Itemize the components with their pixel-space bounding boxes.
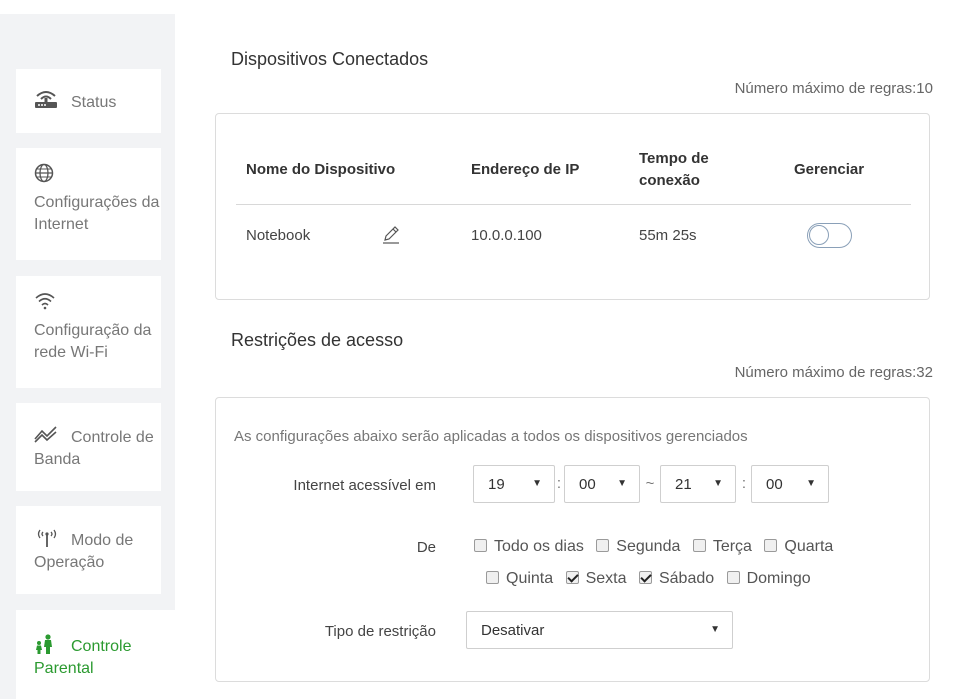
colon-separator: : xyxy=(741,475,747,492)
sidebar-item-label: Controle Parental xyxy=(34,638,132,677)
toggle-knob xyxy=(809,224,829,245)
restrictions-note: As configurações abaixo serão aplicadas … xyxy=(234,428,748,445)
days-row-2: Quinta Sexta Sábado Domingo xyxy=(486,570,819,588)
access-time-label: Internet acessível em xyxy=(293,477,436,494)
edit-pencil-icon[interactable] xyxy=(381,225,401,249)
devices-card: Nome do Dispositivo Endereço de IP Tempo… xyxy=(215,113,930,300)
end-hour-select[interactable]: 21 ▼ xyxy=(660,465,736,503)
sidebar-item-label: Modo de Operação xyxy=(34,532,134,571)
day-checkbox-wednesday[interactable]: Quarta xyxy=(764,538,833,556)
router-icon xyxy=(34,89,58,116)
checkbox-box[interactable] xyxy=(692,539,706,552)
checkbox-box[interactable] xyxy=(486,571,499,584)
table-row: Notebook 10.0.0.100 55m 25s xyxy=(236,204,911,266)
checkbox-box[interactable] xyxy=(596,539,610,552)
sidebar-item-internet[interactable]: Configurações da Internet xyxy=(16,148,161,260)
table-header-row: Nome do Dispositivo Endereço de IP Tempo… xyxy=(236,136,911,205)
start-hour-value: 19 xyxy=(488,476,505,493)
day-checkbox-sunday[interactable]: Domingo xyxy=(726,570,811,588)
start-minute-value: 00 xyxy=(579,476,596,493)
sidebar-item-label: Controle de Banda xyxy=(34,429,154,468)
globe-icon xyxy=(34,163,54,190)
sidebar-item-bandwidth[interactable]: Controle de Banda xyxy=(16,403,161,491)
checkbox-box[interactable] xyxy=(638,571,652,584)
main-content: Dispositivos Conectados Número máximo de… xyxy=(175,14,969,699)
col-connection-time: Tempo de conexão xyxy=(629,136,784,205)
checkbox-box[interactable] xyxy=(764,539,778,552)
colon-separator: : xyxy=(556,475,562,492)
sidebar-item-label: Configurações da Internet xyxy=(34,194,160,233)
chevron-down-icon: ▼ xyxy=(710,624,720,635)
start-minute-select[interactable]: 00 ▼ xyxy=(564,465,640,503)
days-label: De xyxy=(416,539,436,556)
day-checkbox-thursday[interactable]: Quinta xyxy=(486,570,553,588)
checkbox-box[interactable] xyxy=(726,571,740,584)
restrictions-max-rules: Número máximo de regras:32 xyxy=(734,364,933,381)
checkbox-box[interactable] xyxy=(474,539,487,552)
sidebar: Status Configurações da Internet Configu… xyxy=(0,14,175,699)
chevron-down-icon: ▼ xyxy=(806,478,816,489)
restrictions-card: As configurações abaixo serão aplicadas … xyxy=(215,397,930,682)
manage-toggle[interactable] xyxy=(807,222,852,248)
restrictions-section-title: Restrições de acesso xyxy=(231,330,404,350)
sidebar-item-status[interactable]: Status xyxy=(16,69,161,133)
chevron-down-icon: ▼ xyxy=(617,478,627,489)
devices-table: Nome do Dispositivo Endereço de IP Tempo… xyxy=(236,136,911,266)
restriction-type-value: Desativar xyxy=(481,622,545,639)
end-minute-select[interactable]: 00 ▼ xyxy=(751,465,829,503)
sidebar-item-label: Configuração da rede Wi-Fi xyxy=(34,322,152,361)
chevron-down-icon: ▼ xyxy=(713,478,723,489)
end-hour-value: 21 xyxy=(675,476,692,493)
sidebar-item-parental-control[interactable]: Controle Parental xyxy=(16,610,175,699)
col-ip-address: Endereço de IP xyxy=(461,136,629,205)
restriction-type-select[interactable]: Desativar ▼ xyxy=(466,611,733,649)
device-connection-time: 55m 25s xyxy=(639,226,697,244)
chevron-down-icon: ▼ xyxy=(532,478,542,489)
sidebar-item-label: Status xyxy=(71,94,117,111)
wifi-icon xyxy=(34,292,56,317)
range-separator: ~ xyxy=(645,475,655,492)
day-checkbox-friday[interactable]: Sexta xyxy=(565,570,627,588)
checkbox-box[interactable] xyxy=(565,571,579,584)
top-bar xyxy=(0,0,969,10)
days-row-1: Todo os dias Segunda Terça Quarta xyxy=(474,538,841,556)
devices-max-rules: Número máximo de regras:10 xyxy=(734,80,933,97)
day-checkbox-saturday[interactable]: Sábado xyxy=(638,570,714,588)
col-device-name: Nome do Dispositivo xyxy=(236,136,461,205)
devices-section-title: Dispositivos Conectados xyxy=(231,49,429,69)
end-minute-value: 00 xyxy=(766,476,783,493)
day-checkbox-all[interactable]: Todo os dias xyxy=(474,538,584,556)
device-name: Notebook xyxy=(246,226,311,244)
sidebar-item-wifi[interactable]: Configuração da rede Wi-Fi xyxy=(16,276,161,388)
day-checkbox-monday[interactable]: Segunda xyxy=(596,538,680,556)
start-hour-select[interactable]: 19 ▼ xyxy=(473,465,555,503)
col-manage: Gerenciar xyxy=(784,136,911,205)
day-checkbox-tuesday[interactable]: Terça xyxy=(692,538,752,556)
restriction-type-label: Tipo de restrição xyxy=(324,623,436,640)
sidebar-item-operation-mode[interactable]: Modo de Operação xyxy=(16,506,161,594)
device-ip: 10.0.0.100 xyxy=(471,226,542,244)
